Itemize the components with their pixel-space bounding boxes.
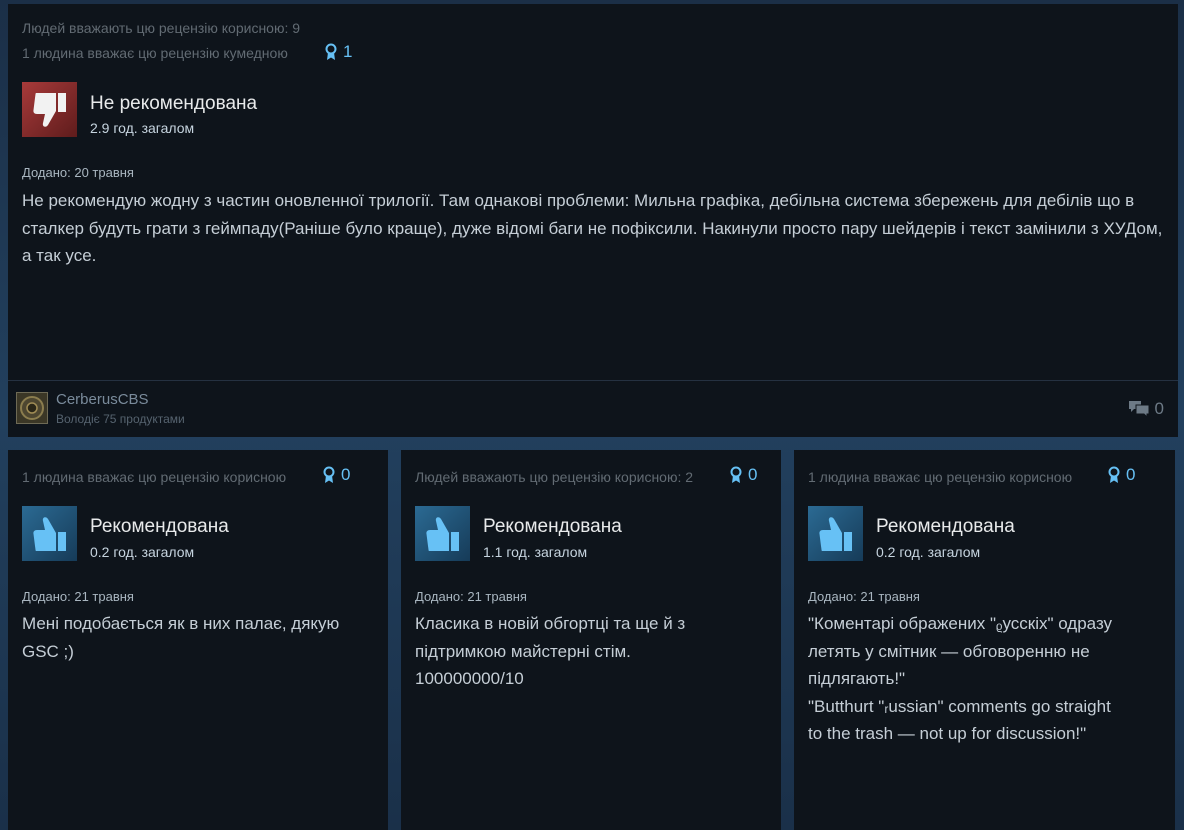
review-line: летять у смітник — обговоренню не xyxy=(808,641,1090,661)
award-button[interactable]: 0 xyxy=(1107,465,1135,485)
review-line: 100000000/10 xyxy=(415,669,524,688)
review-text: Не рекомендую жодну з частин оновленної … xyxy=(22,191,1163,265)
award-ribbon-icon xyxy=(730,466,742,483)
author-products[interactable]: Володіє 75 продуктами xyxy=(56,412,185,426)
review-card: Людей вважають цю рецензію корисною: 2 0… xyxy=(401,450,781,830)
review-line: "Коментарі ображених "ᵨусскіх" одразу xyxy=(808,614,1113,633)
verdict-thumb[interactable] xyxy=(22,506,77,561)
thumbs-down-icon xyxy=(32,92,66,127)
helpful-count: Людей вважають цю рецензію корисною: 9 xyxy=(22,20,301,36)
comments-button[interactable]: 0 xyxy=(1128,399,1164,419)
review-card: 1 людина вважає цю рецензію корисною 0 Р… xyxy=(8,450,388,830)
award-count: 1 xyxy=(343,42,353,61)
award-ribbon-icon xyxy=(1108,466,1120,483)
review-line: Мені подобається як в них палає, дякую xyxy=(22,614,340,633)
thumbs-up-icon xyxy=(32,516,66,551)
verdict-thumb[interactable] xyxy=(22,82,77,137)
author-name[interactable]: CerberusCBS xyxy=(56,391,149,408)
posted-date: Додано: 21 травня xyxy=(808,589,920,604)
helpful-count: 1 людина вважає цю рецензію корисною xyxy=(808,469,1073,485)
award-ribbon-icon xyxy=(325,43,337,60)
verdict-thumb[interactable] xyxy=(808,506,863,561)
verdict-title[interactable]: Рекомендована xyxy=(483,516,622,538)
verdict-title[interactable]: Не рекомендована xyxy=(90,93,257,115)
comment-bubbles-icon xyxy=(1128,401,1150,419)
hours-played: 1.1 год. загалом xyxy=(483,544,588,560)
avatar[interactable] xyxy=(16,392,48,424)
thumbs-up-icon xyxy=(818,516,852,551)
award-count: 0 xyxy=(341,465,351,484)
award-button[interactable]: 1 xyxy=(324,42,352,62)
posted-date: Додано: 20 травня xyxy=(22,165,134,180)
award-button[interactable]: 0 xyxy=(729,465,757,485)
thumbs-up-icon xyxy=(425,516,459,551)
award-count: 0 xyxy=(748,465,758,484)
verdict-thumb[interactable] xyxy=(415,506,470,561)
review-line: підтримкою майстерні стім. xyxy=(415,641,631,661)
avatar-emblem-icon xyxy=(20,396,44,420)
review-line: GSC ;) xyxy=(22,641,74,661)
review-line: "Butthurt "ᵣussian" comments go straight xyxy=(808,696,1111,716)
hours-played: 0.2 год. загалом xyxy=(90,544,195,560)
review-text: Класика в новій обгортці та ще й з підтр… xyxy=(415,610,685,693)
review-line: Класика в новій обгортці та ще й з xyxy=(415,614,686,633)
review-line: to the trash — not up for discussion!" xyxy=(808,724,1087,743)
review-card: 1 людина вважає цю рецензію корисною 0 Р… xyxy=(794,450,1175,830)
author-bar: CerberusCBS Володіє 75 продуктами 0 xyxy=(8,380,1178,437)
funny-count: 1 людина вважає цю рецензію кумедною xyxy=(22,45,288,61)
verdict-title[interactable]: Рекомендована xyxy=(90,516,229,538)
award-count: 0 xyxy=(1126,465,1136,484)
hours-played: 0.2 год. загалом xyxy=(876,544,981,560)
posted-date: Додано: 21 травня xyxy=(22,589,134,604)
comment-count: 0 xyxy=(1154,399,1164,418)
hours-played: 2.9 год. загалом xyxy=(90,120,195,136)
verdict-title[interactable]: Рекомендована xyxy=(876,516,1015,538)
review-text: Мені подобається як в них палає, дякую G… xyxy=(22,610,339,665)
review-text: "Коментарі ображених "ᵨусскіх" одразу ле… xyxy=(808,610,1112,748)
posted-date: Додано: 21 травня xyxy=(415,589,527,604)
review-line: підлягають!" xyxy=(808,669,906,688)
award-ribbon-icon xyxy=(323,466,335,483)
helpful-count: Людей вважають цю рецензію корисною: 2 xyxy=(415,469,694,485)
review-card: Людей вважають цю рецензію корисною: 9 1… xyxy=(8,4,1178,437)
helpful-count: 1 людина вважає цю рецензію корисною xyxy=(22,469,287,485)
award-button[interactable]: 0 xyxy=(322,465,350,485)
